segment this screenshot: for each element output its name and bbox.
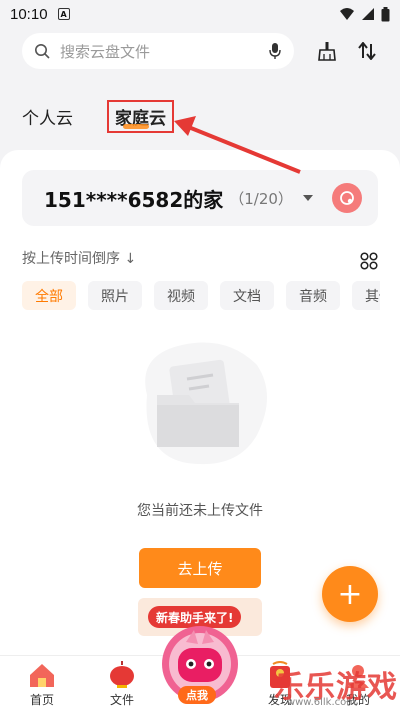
clean-broom-icon[interactable] bbox=[316, 40, 338, 62]
empty-state-message: 您当前还未上传文件 bbox=[137, 503, 263, 519]
upload-button[interactable]: 去上传 bbox=[139, 548, 261, 588]
empty-folder-illustration bbox=[145, 342, 267, 465]
nav-home-label: 首页 bbox=[29, 693, 54, 707]
family-member-count: （1/20） bbox=[229, 189, 293, 208]
microphone-icon[interactable] bbox=[268, 42, 282, 60]
notification-icon: A bbox=[57, 8, 70, 20]
chip-other[interactable]: 其他 bbox=[352, 281, 380, 310]
search-input[interactable]: 搜索云盘文件 bbox=[22, 33, 294, 69]
chip-all[interactable]: 全部 bbox=[22, 281, 76, 310]
chip-audio[interactable]: 音频 bbox=[286, 281, 340, 310]
signal-icon bbox=[362, 8, 374, 20]
file-type-filters: 全部 照片 视频 文档 音频 其他 bbox=[22, 281, 380, 310]
nav-home[interactable]: 首页 bbox=[12, 660, 72, 708]
family-name: 151****6582的家 bbox=[44, 187, 224, 212]
mascot-tap-button[interactable]: 点我 bbox=[178, 686, 216, 704]
dropdown-caret-icon bbox=[302, 195, 313, 201]
nav-files[interactable]: 文件 bbox=[92, 660, 152, 708]
chip-photos[interactable]: 照片 bbox=[88, 281, 142, 310]
wifi-icon bbox=[340, 8, 354, 20]
chip-videos[interactable]: 视频 bbox=[154, 281, 208, 310]
search-placeholder: 搜索云盘文件 bbox=[60, 42, 151, 61]
lantern-icon bbox=[110, 661, 134, 688]
site-watermark-url: www.6llk.com bbox=[286, 697, 356, 708]
family-selector[interactable]: 151****6582的家 （1/20） bbox=[22, 170, 378, 226]
battery-icon bbox=[381, 6, 390, 21]
tab-personal-cloud[interactable]: 个人云 bbox=[22, 104, 73, 129]
chip-documents[interactable]: 文档 bbox=[220, 281, 274, 310]
grid-view-icon[interactable] bbox=[360, 252, 378, 270]
search-icon bbox=[35, 44, 50, 59]
home-icon bbox=[30, 664, 54, 687]
status-time: 10:10 bbox=[10, 5, 48, 23]
family-avatar-icon[interactable] bbox=[332, 183, 362, 213]
status-bar: 10:10 A bbox=[0, 0, 400, 28]
sort-toggle[interactable]: 按上传时间倒序 ↓ bbox=[22, 248, 136, 268]
add-fab-button[interactable]: + bbox=[322, 566, 378, 622]
transfer-icon[interactable] bbox=[356, 40, 378, 62]
cloud-tabs: 个人云 家庭云 bbox=[22, 100, 174, 133]
nav-files-label: 文件 bbox=[109, 693, 134, 707]
tab-family-cloud[interactable]: 家庭云 bbox=[107, 100, 174, 133]
